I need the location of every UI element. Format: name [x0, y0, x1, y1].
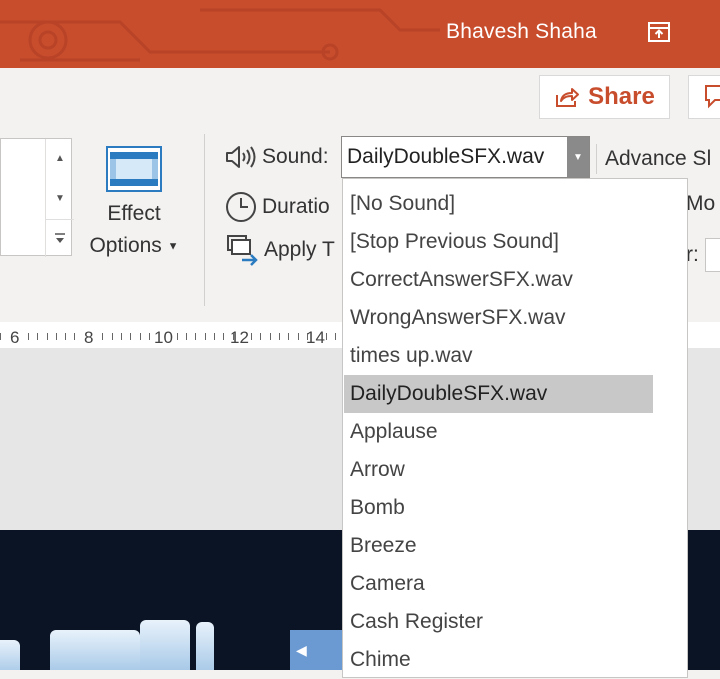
ruler-tick	[297, 333, 299, 340]
ruler-label: 6	[10, 328, 20, 347]
advance-slide-group: Advance Sl	[596, 144, 711, 174]
ruler-tick	[65, 333, 67, 340]
comment-icon	[705, 85, 720, 109]
gallery-scroll: ▲ ▼	[45, 139, 74, 257]
ruler-tick	[232, 333, 234, 340]
sound-option[interactable]: [No Sound]	[344, 185, 653, 223]
sound-label: Sound:	[262, 145, 329, 168]
ruler-label: 14	[306, 328, 325, 347]
sound-option[interactable]: Applause	[344, 413, 653, 451]
group-divider	[204, 134, 205, 306]
sound-option[interactable]: Breeze	[344, 527, 653, 565]
sound-option[interactable]: Arrow	[344, 451, 653, 489]
sound-option[interactable]: Bomb	[344, 489, 653, 527]
ruler-tick	[204, 333, 206, 340]
ruler-tick	[27, 333, 29, 340]
ruler-tick	[130, 333, 132, 340]
sound-icon	[226, 146, 256, 168]
comments-button[interactable]	[688, 75, 720, 119]
ruler-tick	[260, 333, 262, 340]
share-button[interactable]: Share	[539, 75, 670, 119]
title-bar: Bhavesh Shaha	[0, 0, 720, 68]
slide-tile	[0, 640, 20, 670]
share-icon	[556, 88, 580, 107]
sound-option[interactable]: Cash Register	[344, 603, 653, 641]
after-group: r:	[686, 238, 720, 272]
sound-label-group: Sound:	[224, 144, 329, 170]
ruler-tick	[102, 333, 104, 340]
slide-arrow-shape: ◀	[290, 630, 350, 670]
ruler-tick	[223, 333, 225, 340]
on-mouse-click-label: Mo	[686, 192, 716, 215]
title-bar-pattern	[0, 8, 440, 62]
ruler-tick	[306, 333, 308, 340]
gallery-scroll-up-icon[interactable]: ▲	[46, 139, 74, 177]
ruler-tick	[251, 333, 253, 340]
advance-slide-label: Advance Sl	[605, 147, 712, 170]
sound-dropdown-value: DailyDoubleSFX.wav	[347, 145, 545, 168]
chevron-down-icon[interactable]: ▼	[567, 137, 589, 177]
ruler-tick	[74, 333, 76, 340]
sound-option[interactable]: CorrectAnswerSFX.wav	[344, 261, 653, 299]
share-label: Share	[588, 83, 655, 110]
ruler-tick	[139, 333, 141, 340]
sound-option[interactable]: WrongAnswerSFX.wav	[344, 299, 653, 337]
ruler-tick	[111, 333, 113, 340]
duration-label: Duratio	[262, 195, 330, 218]
effect-options-icon	[106, 146, 162, 192]
apply-to-all-button[interactable]: Apply T	[226, 234, 335, 266]
ruler-tick	[213, 333, 215, 340]
group-divider-2	[596, 144, 597, 174]
gallery-more-icon[interactable]	[46, 219, 74, 258]
sound-dropdown[interactable]: DailyDoubleSFX.wav ▼	[341, 136, 590, 178]
sound-option[interactable]: [Stop Previous Sound]	[344, 223, 653, 261]
chevron-down-icon: ▼	[167, 240, 179, 253]
slide-tile	[50, 630, 140, 670]
ruler-tick	[279, 333, 280, 340]
sound-dropdown-list[interactable]: [No Sound] [Stop Previous Sound] CorrectAn…	[342, 178, 688, 678]
on-mouse-click-group[interactable]: Mo	[686, 192, 715, 216]
ruler-tick	[46, 333, 48, 340]
ribbon-display-options-icon[interactable]	[646, 20, 672, 44]
ruler-tick	[120, 333, 122, 340]
transition-gallery[interactable]: ▲ ▼	[0, 138, 74, 257]
apply-to-all-icon	[227, 235, 258, 266]
effect-options-label-2: Options ▼	[89, 234, 179, 257]
duration-group: Duratio	[224, 190, 330, 224]
share-row: Share	[0, 68, 720, 122]
after-time-input[interactable]	[704, 238, 720, 272]
ruler-tick	[269, 333, 271, 340]
ruler-label: 10	[154, 328, 173, 347]
clock-icon	[226, 192, 256, 222]
ruler-tick	[325, 333, 327, 340]
ruler-tick	[148, 333, 150, 340]
ruler-tick	[0, 333, 1, 340]
gallery-expand-icon	[55, 233, 65, 243]
ruler-tick	[186, 333, 187, 340]
effect-options-button[interactable]: Effect Options ▼	[80, 144, 188, 272]
sound-option[interactable]: Camera	[344, 565, 653, 603]
ruler-tick	[176, 333, 178, 340]
gallery-scroll-down-icon[interactable]: ▼	[46, 179, 74, 217]
sound-option[interactable]: times up.wav	[344, 337, 653, 375]
sound-option[interactable]: Chime	[344, 641, 653, 679]
effect-options-label-1: Effect	[107, 202, 161, 225]
ruler-tick	[195, 333, 197, 340]
apply-label: Apply T	[264, 238, 335, 261]
user-name[interactable]: Bhavesh Shaha	[446, 20, 597, 44]
ruler-tick	[55, 333, 57, 340]
ruler-label: 8	[84, 328, 94, 347]
sound-option[interactable]: DailyDoubleSFX.wav	[344, 375, 653, 413]
ruler-tick	[334, 333, 336, 340]
ruler-tick	[37, 333, 39, 340]
ruler-tick	[288, 333, 290, 340]
